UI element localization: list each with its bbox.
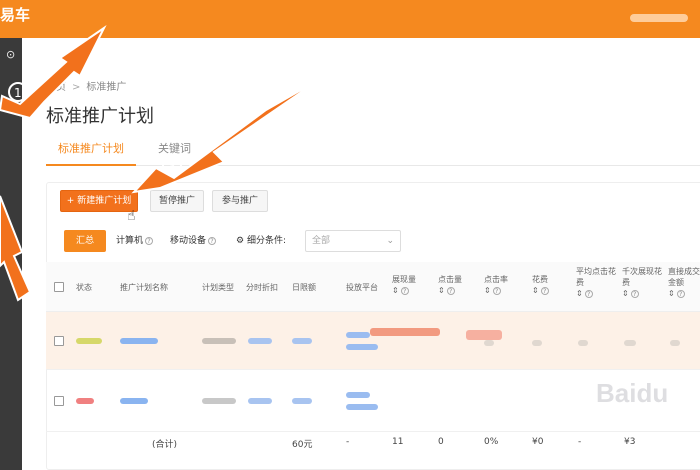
arrow-one: [0, 25, 107, 120]
annotation-label-three: 3: [168, 160, 176, 174]
annotation-label-one: 1: [14, 86, 22, 100]
watermark: Baidu: [596, 378, 669, 408]
screen: 易车 ⊙ 首页>标准推广 标准推广计划 标准推广计划 关键词 + 新建推广计划 …: [0, 0, 700, 470]
arrow-two: [0, 195, 32, 302]
annotation-arrows: 1 3: [0, 25, 323, 302]
arrow-three: [131, 77, 323, 194]
